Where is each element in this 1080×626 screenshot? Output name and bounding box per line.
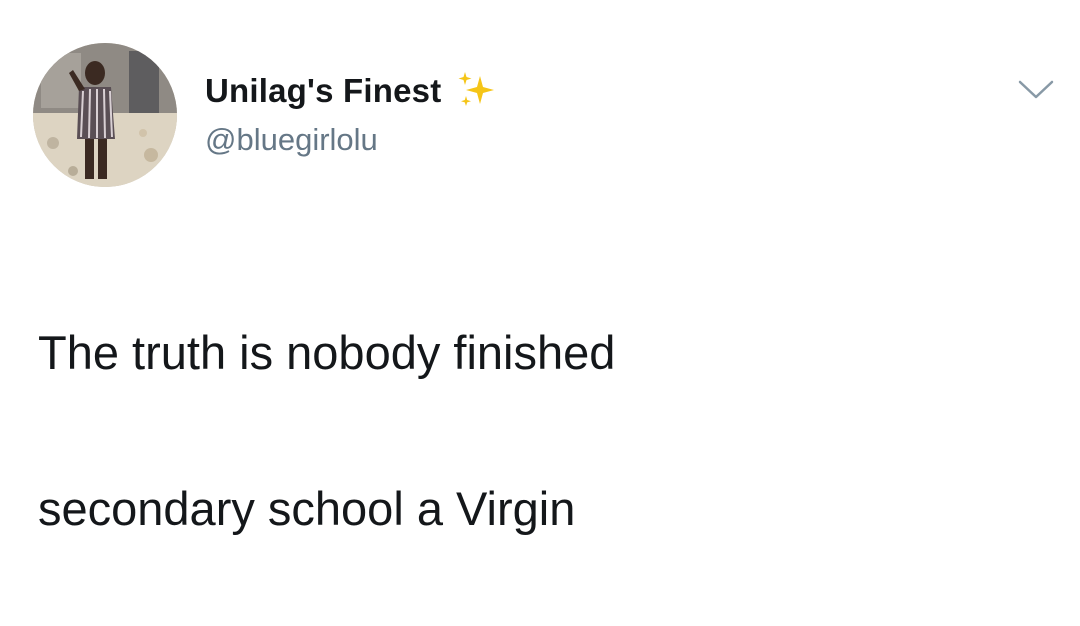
profile-photo-icon bbox=[33, 43, 177, 187]
chevron-down-icon[interactable] bbox=[1016, 78, 1056, 102]
tweet-body: The truth is nobody finished secondary s… bbox=[38, 236, 1038, 626]
tweet-text-line: secondary school a Virgin bbox=[38, 482, 576, 535]
sparkles-icon bbox=[453, 68, 499, 114]
display-name[interactable]: Unilag's Finest bbox=[205, 72, 441, 110]
tweet-card: Unilag's Finest @bluegirlolu The truth i… bbox=[0, 0, 1080, 535]
tweet-text-line: The truth is nobody finished bbox=[38, 326, 616, 379]
username-handle[interactable]: @bluegirlolu bbox=[205, 122, 378, 158]
avatar[interactable] bbox=[33, 43, 177, 187]
author-name-row[interactable]: Unilag's Finest bbox=[205, 68, 499, 114]
